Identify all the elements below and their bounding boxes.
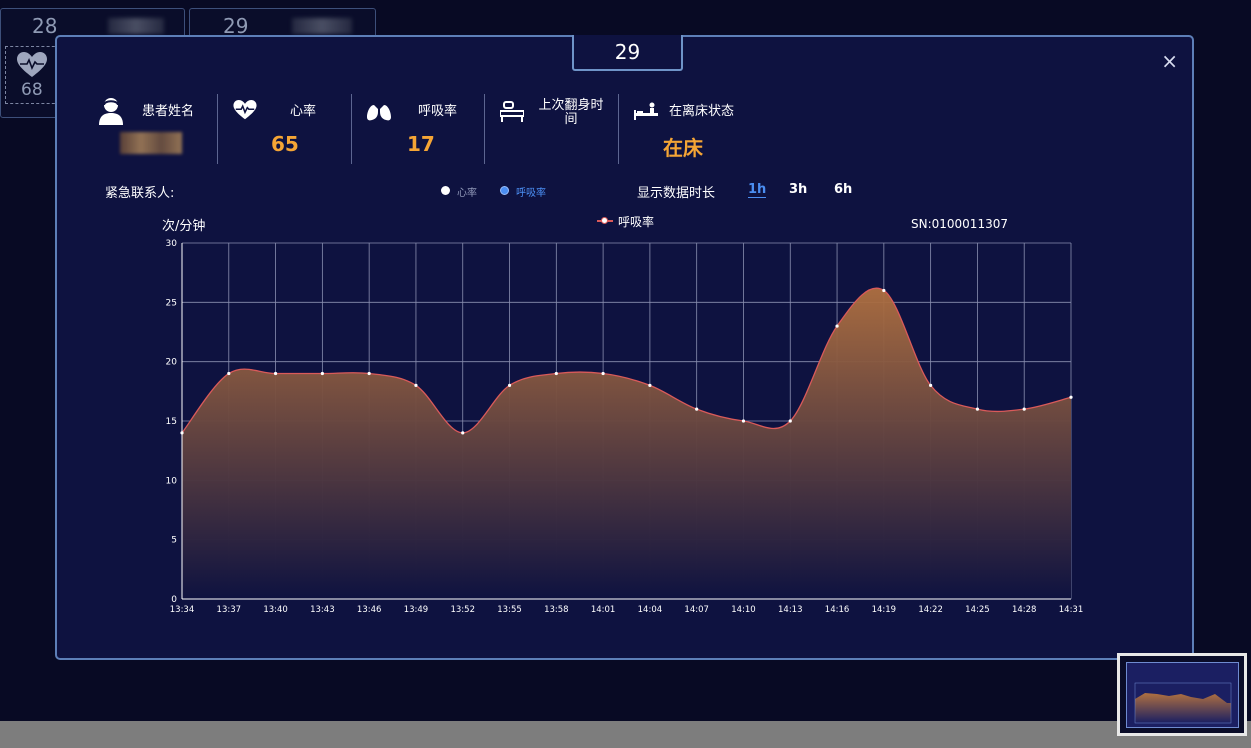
data-point (835, 324, 839, 328)
data-point (507, 383, 512, 387)
data-point (1069, 395, 1073, 399)
x-tick-label: 14:16 (825, 605, 850, 615)
data-point (695, 407, 699, 411)
data-point (320, 371, 324, 376)
series-area (182, 288, 1071, 599)
y-tick-label: 15 (166, 417, 177, 427)
x-tick-label: 13:55 (497, 605, 522, 615)
duration-6h[interactable]: 6h (834, 182, 852, 197)
y-tick-label: 10 (166, 476, 178, 486)
data-point (414, 383, 418, 387)
x-tick-label: 13:52 (450, 605, 475, 615)
serial-number: SN:0100011307 (911, 217, 1008, 231)
patient-name-value (120, 132, 182, 154)
x-tick-label: 13:37 (217, 605, 242, 615)
divider (484, 94, 485, 164)
x-tick-label: 13:49 (404, 605, 429, 615)
bed-icon (634, 102, 658, 120)
blurred-name-28 (108, 18, 164, 34)
blurred-name-29 (292, 18, 352, 34)
data-point (601, 371, 605, 376)
data-point (1022, 407, 1026, 411)
patient-detail-modal: 29 × 患者姓名 心率 65 呼吸率 17 上次翻身时间 在离床状态 在床 紧… (55, 35, 1194, 660)
lungs-icon (367, 101, 391, 121)
x-tick-label: 13:46 (357, 605, 382, 615)
minimap-preview (1126, 662, 1239, 728)
heart-rate-value: 65 (271, 132, 299, 156)
duration-label: 显示数据时长 (637, 186, 716, 201)
heart-icon (17, 52, 47, 77)
x-tick-label: 13:40 (263, 605, 288, 615)
y-tick-label: 0 (171, 595, 177, 605)
bottom-bar (0, 721, 1251, 748)
data-point (788, 419, 792, 423)
x-tick-label: 14:04 (638, 605, 663, 615)
emergency-contact-label: 紧急联系人: (105, 186, 175, 201)
x-tick-label: 14:13 (778, 605, 803, 615)
minimap-thumbnail[interactable] (1117, 653, 1247, 736)
data-point (882, 288, 886, 293)
resp-rate-label: 呼吸率 (418, 104, 458, 119)
y-tick-label: 30 (166, 239, 178, 249)
divider (351, 94, 352, 164)
data-point (929, 383, 933, 387)
card-heart-value: 68 (21, 80, 43, 100)
x-tick-label: 14:10 (731, 605, 756, 615)
resp-rate-value: 17 (407, 132, 435, 156)
x-tick-label: 14:31 (1059, 605, 1084, 615)
user-icon (99, 98, 123, 125)
last-turn-label: 上次翻身时间 (538, 98, 604, 127)
x-tick-label: 14:07 (684, 605, 709, 615)
bed-number-28: 28 (32, 14, 58, 38)
x-tick-label: 14:01 (591, 605, 616, 615)
info-row: 患者姓名 心率 65 呼吸率 17 上次翻身时间 在离床状态 在床 (57, 37, 1192, 177)
x-tick-label: 14:25 (965, 605, 990, 615)
heart-icon (233, 100, 257, 120)
data-point (227, 371, 231, 376)
y-tick-label: 25 (166, 298, 177, 308)
x-tick-label: 14:22 (918, 605, 943, 615)
data-point (741, 419, 746, 423)
heart-rate-label: 心率 (290, 104, 317, 119)
duration-3h[interactable]: 3h (789, 182, 807, 197)
chart-legend-dot (601, 217, 608, 224)
y-tick-label: 20 (166, 358, 178, 368)
resp-rate-chart: 0 5 10 15 20 25 30 13:34 13:37 13:40 13:43 13:46 13:… (166, 239, 1084, 615)
divider (618, 94, 619, 164)
patient-name-label: 患者姓名 (142, 104, 195, 119)
x-tick-label: 13:58 (544, 605, 569, 615)
duration-1h[interactable]: 1h (748, 182, 767, 198)
x-tick-label: 13:34 (170, 605, 195, 615)
chart-legend-label: 呼吸率 (618, 215, 655, 229)
data-point (273, 371, 278, 376)
x-tick-label: 14:28 (1012, 605, 1036, 615)
data-point (648, 383, 652, 387)
divider (217, 94, 218, 164)
toggle-resp-dot[interactable] (500, 186, 509, 195)
toggle-resp-label[interactable]: 呼吸率 (516, 184, 546, 199)
y-tick-label: 5 (171, 536, 177, 546)
data-point (975, 407, 980, 411)
data-point (554, 371, 558, 376)
toggle-heart-dot[interactable] (441, 186, 450, 195)
toggle-heart-label[interactable]: 心率 (457, 184, 477, 199)
turn-over-icon (500, 101, 524, 122)
data-point (367, 371, 371, 376)
x-tick-label: 13:43 (310, 605, 335, 615)
bed-status-value: 在床 (663, 136, 703, 160)
minimap-chart (1134, 682, 1232, 724)
bed-status-label: 在离床状态 (669, 104, 735, 119)
x-tick-label: 14:19 (872, 605, 897, 615)
data-point (461, 431, 465, 435)
